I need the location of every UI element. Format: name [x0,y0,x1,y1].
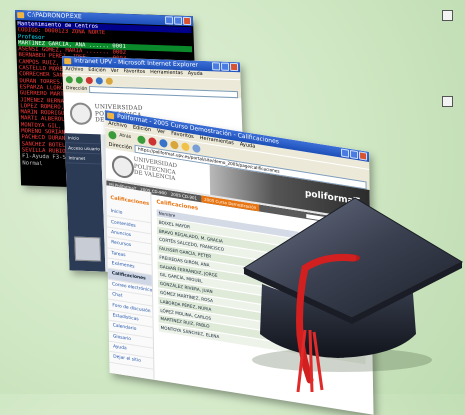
close-icon[interactable] [229,62,239,72]
favorites-icon[interactable] [181,141,190,151]
forward-icon[interactable] [137,134,146,144]
menu-item[interactable]: Herramientas [150,70,183,76]
upv-seal-icon [69,102,93,126]
minimize-icon[interactable] [164,16,174,25]
close-icon[interactable] [358,151,368,161]
university-name: UNIVERSIDAD POLITECNICA DE VALENCIA [133,156,178,183]
intranet-nav-item[interactable]: Intranet [65,153,102,165]
menu-item[interactable]: Edición [88,68,106,74]
window-controls[interactable] [164,16,192,26]
menu-item[interactable]: Ayuda [188,71,203,77]
menu-item[interactable]: Favoritos [123,69,145,75]
maximize-icon[interactable] [173,16,183,25]
forward-icon[interactable] [75,75,83,84]
menu-item[interactable]: Ver [111,69,119,74]
stop-icon[interactable] [148,136,157,146]
gradebook: Calificaciones Nombre Nota Fecha BOIXEL MA… [152,193,373,415]
window-controls[interactable] [211,62,239,72]
tool-menu: Calificaciones Inicio Contenidos Anuncios R… [106,185,155,380]
home-icon[interactable] [105,77,113,85]
refresh-icon[interactable] [95,76,103,84]
stop-icon[interactable] [85,76,93,84]
checkbox-icon [442,96,453,107]
maximize-icon[interactable] [220,62,230,71]
back-icon[interactable] [65,75,73,83]
minimize-icon[interactable] [340,148,350,158]
home-icon[interactable] [170,139,179,150]
menu-item[interactable]: Archivo [65,67,83,73]
back-label[interactable]: Atrás [119,133,131,140]
ie-icon [107,112,115,120]
ie-icon [64,58,72,65]
close-icon[interactable] [182,16,192,26]
refresh-icon[interactable] [159,138,168,148]
poliformat-browser-window: Poliformat - 2005 Curso Demostración - C… [105,110,374,415]
minimize-icon[interactable] [211,62,221,71]
terminal-title: C:\PADRONOP.EXE [27,11,82,21]
upv-seal-icon [111,154,135,180]
mail-icon[interactable] [192,143,201,153]
back-icon[interactable] [108,130,117,140]
intranet-side-nav: Inicio Acceso usuario Intranet [64,133,106,272]
checkbox-icon [442,10,453,21]
login-box[interactable] [74,236,102,262]
terminal-icon [17,12,25,19]
address-label: Dirección [66,85,88,92]
maximize-icon[interactable] [349,149,359,160]
